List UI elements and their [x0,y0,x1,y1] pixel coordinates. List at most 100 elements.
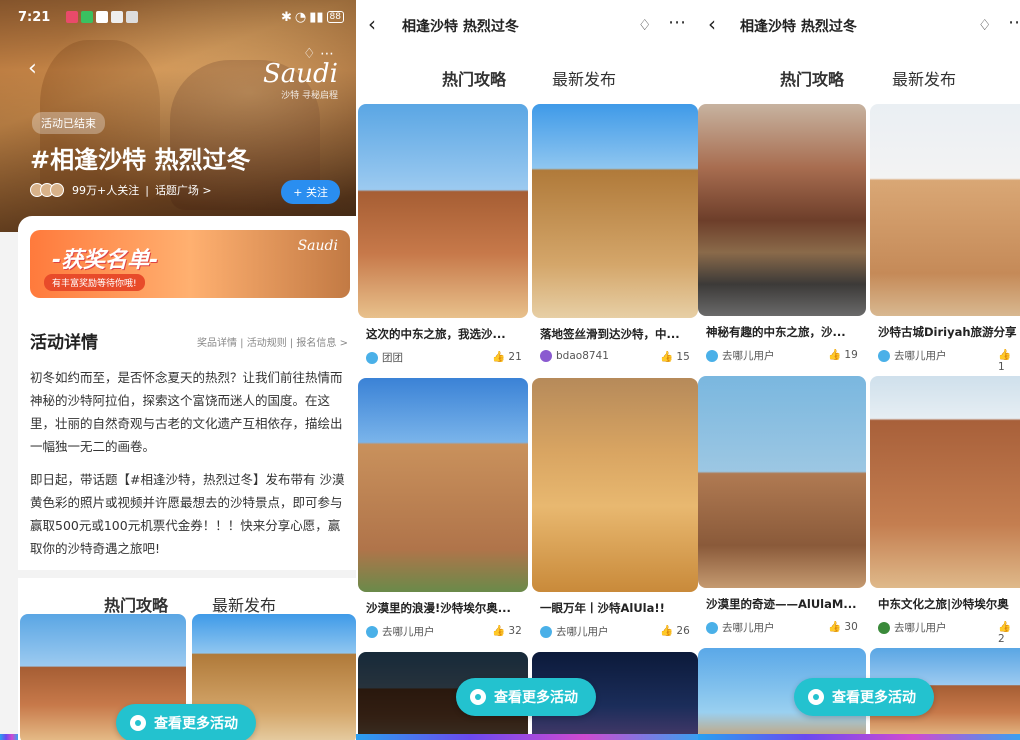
more-dots-icon[interactable]: ⋯ [1008,12,1020,33]
tab-latest[interactable]: 最新发布 [892,66,956,90]
post-image [870,376,1020,588]
like-count: 👍 19 [828,349,858,361]
post-author: bdao8741 [556,350,609,362]
avatar [706,349,718,362]
post-author: 去哪儿用户 [894,350,947,362]
post-caption: 沙特古城Diriyah旅游分享 [878,325,1017,339]
bottom-decoration [356,734,698,740]
post-image [532,104,698,318]
feed-tabs: 热门攻略 最新发布 [698,66,1020,96]
avatar [540,625,552,638]
post-caption: 沙漠里的奇迹——AlUlaM... [706,597,857,611]
signal-icon: ▮▮ [309,9,324,25]
view-more-label: 查看更多活动 [154,716,238,732]
post-card[interactable]: 沙漠里的奇迹——AlUlaM... 去哪儿用户 👍 30 [698,376,866,644]
wechat-icon [81,11,93,23]
post-image [870,104,1020,316]
page-title: #相逢沙特 热烈过冬 [30,146,251,174]
follow-button[interactable]: + 关注 [281,180,340,204]
content-tabs: 热门攻略 最新发布 [18,570,356,616]
screen-topic-feed: ‹ 相逢沙特 热烈过冬 ♢ ⋯ 热门攻略 最新发布 这次的中东之旅，我选沙...… [356,0,698,740]
post-image [358,104,528,318]
award-title: -获奖名单- [52,248,159,273]
activity-icon [470,689,486,705]
post-caption: 沙漠里的浪漫!沙特埃尔奥... [366,601,511,615]
like-count: 👍 1 [998,349,1012,373]
post-image [532,378,698,592]
post-card[interactable]: 中东文化之旅|沙特埃尔奥 去哪儿用户 👍 2 [870,376,1020,645]
post-caption: 神秘有趣的中东之旅，沙... [706,325,846,339]
view-more-label: 查看更多活动 [494,690,578,706]
post-author: 去哪儿用户 [556,626,609,638]
follower-count: 99万+人关注 [72,184,140,197]
post-card[interactable]: 这次的中东之旅，我选沙... 团团 👍 21 [358,104,528,374]
avatar [706,621,718,634]
avatar [878,349,890,362]
activity-content-card: -获奖名单- 有丰富奖励等待你哦! Saudi 活动详情 奖品详情 | 活动规则… [18,216,356,740]
like-count: 👍 21 [492,351,522,363]
like-count: 👍 30 [828,621,858,633]
award-logo: Saudi [297,238,338,254]
feed-tabs: 热门攻略 最新发布 [356,66,698,96]
post-author: 去哪儿用户 [722,622,775,634]
view-more-label: 查看更多活动 [832,690,916,706]
bluetooth-icon: ✱ [280,9,292,25]
wifi-icon: ◔ [294,9,307,25]
back-chevron-icon[interactable]: ‹ [368,12,376,36]
bell-icon[interactable]: ♢ [978,16,991,34]
tab-hot-guides[interactable]: 热门攻略 [780,66,844,90]
like-count: 👍 2 [998,621,1012,645]
post-card[interactable]: 沙特古城Diriyah旅游分享 去哪儿用户 👍 1 [870,104,1020,373]
nav-title: 相逢沙特 热烈过冬 [402,19,519,35]
tab-hot-guides[interactable]: 热门攻略 [442,66,506,90]
back-chevron-icon[interactable]: ‹ [708,12,716,36]
back-chevron-icon[interactable]: ‹ [28,56,37,81]
activity-icon [130,715,146,731]
view-more-activities-button[interactable]: 查看更多活动 [794,678,934,716]
detail-paragraph-2: 即日起，带话题【#相逢沙特，热烈过冬】发布带有 沙漠黄色彩的照片或视频并许愿最想… [30,472,345,556]
tab-hot-guides[interactable]: 热门攻略 [104,592,168,616]
post-author: 团团 [382,352,403,364]
screen-topic-feed-scrolled: ‹ 相逢沙特 热烈过冬 ♢ ⋯ 热门攻略 最新发布 神秘有趣的中东之旅，沙...… [698,0,1020,740]
location-icon [96,11,108,23]
app-notify-icon [66,11,78,23]
post-author: 去哪儿用户 [894,622,947,634]
detail-links[interactable]: 奖品详情 | 活动规则 | 报名信息 > [197,334,348,349]
like-count: 👍 15 [660,351,690,363]
topic-plaza-link[interactable]: 话题广场 > [155,182,212,198]
detail-heading: 活动详情 [30,328,102,355]
bell-icon[interactable]: ♢ [638,16,651,34]
tab-latest[interactable]: 最新发布 [212,592,276,616]
brand-logo-text: Saudi [262,59,338,89]
avatar [540,350,552,362]
screen-activity-detail: 7:21 ✱ ◔ ▮▮ 88 ‹ ♢ ⋯ Saudi 沙特 寻秘启程 活动已结束… [0,0,356,740]
tab-latest[interactable]: 最新发布 [552,66,616,90]
award-list-banner[interactable]: -获奖名单- 有丰富奖励等待你哦! Saudi [30,230,350,298]
post-caption: 一眼万年丨沙特AlUla!! [540,601,665,615]
detail-paragraph-1: 初冬如约而至，是否怀念夏天的热烈？让我们前往热情而神秘的沙特阿拉伯，探索这个富饶… [30,370,343,454]
post-card[interactable]: 落地签丝滑到达沙特，中... bdao8741 👍 15 [532,104,698,374]
bottom-decoration [0,734,18,740]
post-image [698,104,866,316]
post-card[interactable]: 沙漠里的浪漫!沙特埃尔奥... 去哪儿用户 👍 32 [358,378,528,648]
award-subtitle: 有丰富奖励等待你哦! [44,274,145,291]
like-count: 👍 26 [660,625,690,637]
view-more-activities-button[interactable]: 查看更多活动 [456,678,596,716]
notification-icon [126,11,138,23]
more-dots-icon[interactable]: ⋯ [668,12,687,33]
avatar [366,625,378,638]
status-badge: 活动已结束 [32,112,105,134]
post-card[interactable]: 神秘有趣的中东之旅，沙... 去哪儿用户 👍 19 [698,104,866,372]
view-more-activities-button[interactable]: 查看更多活动 [116,704,256,740]
follower-avatars [30,183,64,197]
nfc-icon [111,11,123,23]
avatar [366,351,378,364]
post-image [358,378,528,592]
brand-slogan: 沙特 寻秘启程 [281,91,338,101]
battery-icon: 88 [326,11,344,23]
topic-meta: 99万+人关注 | 话题广场 > [30,182,212,198]
post-card[interactable]: 一眼万年丨沙特AlUla!! 去哪儿用户 👍 26 [532,378,698,648]
nav-title: 相逢沙特 热烈过冬 [740,19,857,35]
avatar [878,621,890,634]
bottom-decoration [698,734,1020,740]
